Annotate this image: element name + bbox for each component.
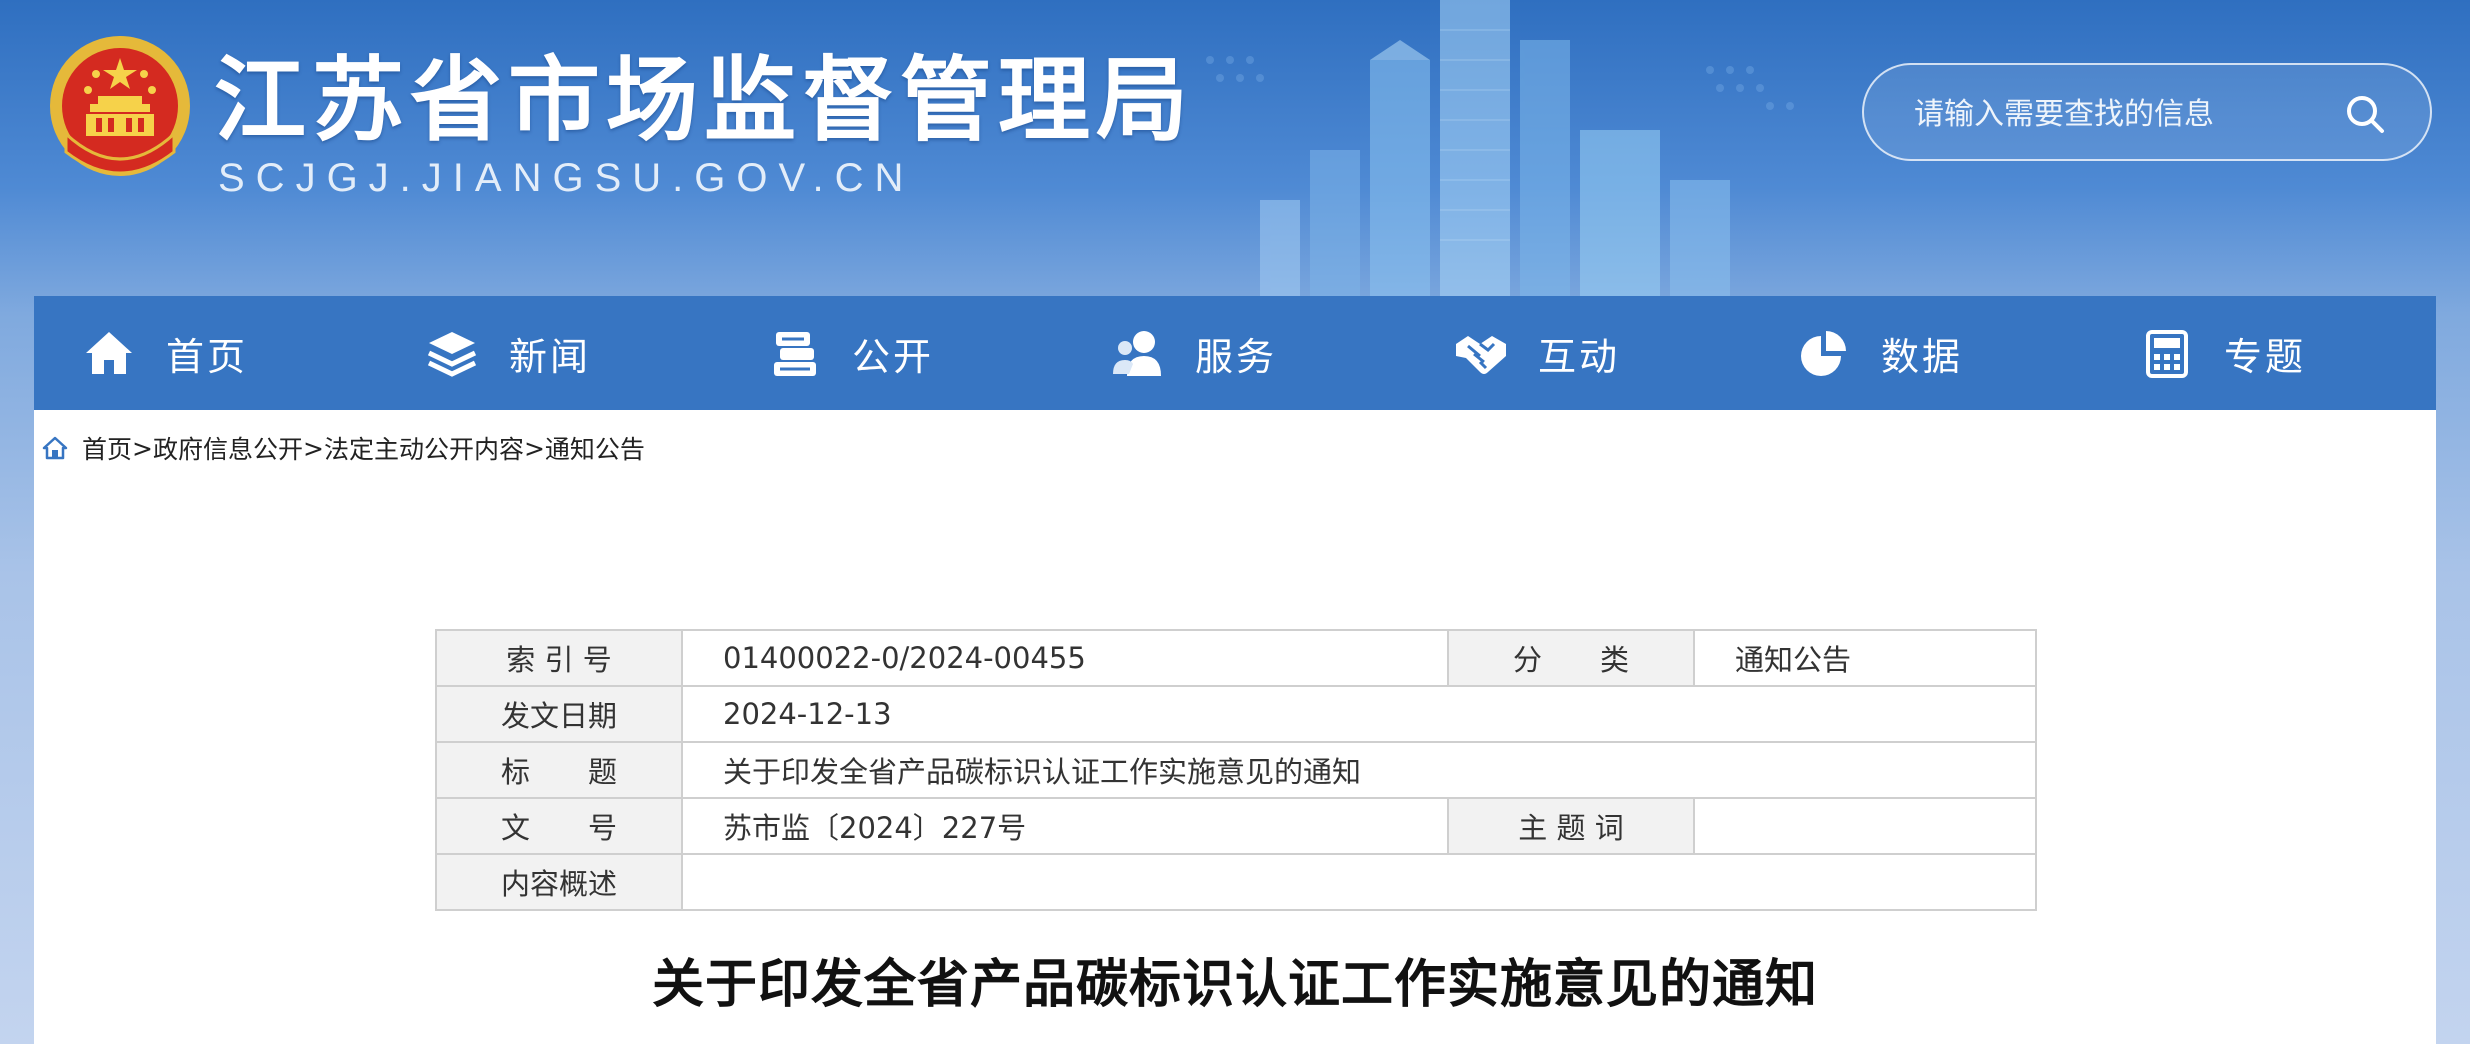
breadcrumb-separator: > — [523, 433, 545, 463]
pie-chart-icon — [1801, 331, 1846, 376]
index-number-value: 01400022-0/2024-00455 — [681, 629, 1449, 687]
breadcrumb-link-gov-info[interactable]: 政府信息公开 — [153, 430, 303, 466]
layers-icon — [427, 332, 477, 377]
main-nav: 首页 新闻 公开 服务 互动 数据 专题 — [34, 296, 2436, 410]
site-header: 江苏省市场监督管理局 SCJGJ.JIANGSU.GOV.CN — [0, 0, 2470, 296]
nav-label: 互动 — [1538, 334, 1621, 379]
document-number-label: 文 号 — [435, 797, 683, 855]
document-metadata-table: 索 引 号 01400022-0/2024-00455 分 类 通知公告 发文日… — [435, 629, 2037, 911]
category-value: 通知公告 — [1693, 629, 2037, 687]
search-box — [1862, 63, 2432, 161]
nav-item-open[interactable]: 公开 — [720, 296, 1063, 410]
issue-date-label: 发文日期 — [435, 685, 683, 743]
handshake-icon — [1456, 336, 1506, 374]
table-row: 索 引 号 01400022-0/2024-00455 分 类 通知公告 — [435, 629, 2037, 687]
title-label: 标 题 — [435, 741, 683, 799]
breadcrumb-separator: > — [132, 433, 153, 463]
summary-label: 内容概述 — [435, 853, 683, 911]
keywords-label: 主 题 词 — [1447, 797, 1695, 855]
document-number-value: 苏市监〔2024〕227号 — [681, 797, 1449, 855]
table-row: 标 题 关于印发全省产品碳标识认证工作实施意见的通知 — [435, 741, 2037, 799]
category-label: 分 类 — [1447, 629, 1695, 687]
nav-label: 首页 — [166, 334, 249, 379]
keywords-value — [1693, 797, 2037, 855]
site-title: 江苏省市场监督管理局 — [214, 47, 1195, 154]
home-icon — [86, 332, 132, 374]
content-panel: 首页 > 政府信息公开 > 法定主动公开内容 > 通知公告 索 引 号 0140… — [34, 410, 2436, 1044]
nav-label: 公开 — [852, 334, 935, 379]
table-row: 文 号 苏市监〔2024〕227号 主 题 词 — [435, 797, 2037, 855]
document-stack-icon — [774, 332, 816, 376]
title-value: 关于印发全省产品碳标识认证工作实施意见的通知 — [681, 741, 2037, 799]
search-input[interactable] — [1912, 87, 2316, 141]
site-domain: SCJGJ.JIANGSU.GOV.CN — [218, 156, 915, 200]
calculator-icon — [2146, 330, 2188, 378]
search-icon[interactable] — [2342, 91, 2388, 137]
summary-value — [681, 853, 2037, 911]
breadcrumb: 首页 > 政府信息公开 > 法定主动公开内容 > 通知公告 — [42, 430, 645, 466]
nav-label: 服务 — [1195, 334, 1278, 379]
nav-label: 专题 — [2224, 334, 2307, 379]
issue-date-value: 2024-12-13 — [681, 685, 2037, 743]
nav-item-service[interactable]: 服务 — [1063, 296, 1406, 410]
table-row: 发文日期 2024-12-13 — [435, 685, 2037, 743]
breadcrumb-separator: > — [302, 433, 324, 463]
index-number-label: 索 引 号 — [435, 629, 683, 687]
nav-item-home[interactable]: 首页 — [34, 296, 377, 410]
breadcrumb-home-icon — [42, 436, 68, 460]
article-title: 关于印发全省产品碳标识认证工作实施意见的通知 — [651, 955, 1818, 1015]
city-skyline-background — [1206, 0, 1794, 296]
nav-item-interaction[interactable]: 互动 — [1406, 296, 1749, 410]
nav-label: 数据 — [1881, 334, 1964, 379]
nav-item-topics[interactable]: 专题 — [2092, 296, 2435, 410]
national-emblem-logo — [50, 36, 190, 176]
nav-item-data[interactable]: 数据 — [1749, 296, 2092, 410]
breadcrumb-link-home[interactable]: 首页 — [82, 430, 132, 466]
breadcrumb-link-statutory-content[interactable]: 法定主动公开内容 — [324, 430, 524, 466]
nav-item-news[interactable]: 新闻 — [377, 296, 720, 410]
nav-label: 新闻 — [509, 334, 592, 379]
table-row: 内容概述 — [435, 853, 2037, 911]
users-icon — [1113, 331, 1161, 376]
breadcrumb-link-notices[interactable]: 通知公告 — [545, 430, 645, 466]
